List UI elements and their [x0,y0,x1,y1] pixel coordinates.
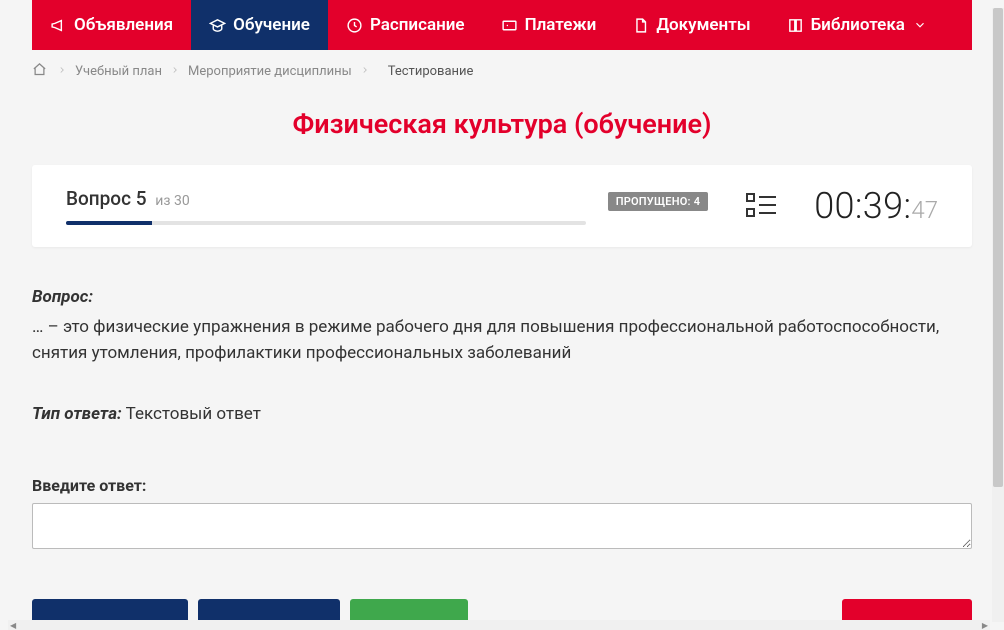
book-icon [787,17,804,34]
nav-label: Документы [656,15,750,35]
chevron-right-icon [360,64,370,79]
chevron-down-icon [912,17,929,34]
question-counter: Вопрос 5 из 30 [66,187,190,210]
card-icon [501,17,518,34]
answer-type: Тип ответа: Текстовый ответ [32,404,972,424]
answer-input-label: Введите ответ: [32,476,972,495]
question-list-icon[interactable] [746,192,776,220]
timer: 00:39:47 [814,185,938,227]
page-title: Физическая культура (обучение) [32,93,972,165]
chevron-right-icon [170,64,180,79]
question-text: … – это физические упражнения в режиме р… [32,315,972,366]
breadcrumb-current: Тестирование [388,64,474,79]
progress-fill [66,221,152,225]
clock-icon [346,17,363,34]
nav-schedule[interactable]: Расписание [328,0,483,50]
nav-documents[interactable]: Документы [614,0,768,50]
skipped-badge: ПРОПУЩЕНО: 4 [608,192,709,211]
nav-label: Расписание [370,15,465,35]
progress-bar [66,221,586,225]
nav-payments[interactable]: Платежи [483,0,615,50]
nav-announcements[interactable]: Объявления [32,0,191,50]
chevron-right-icon [57,64,67,79]
nav-library[interactable]: Библиотека [769,0,947,50]
megaphone-icon [50,17,67,34]
nav-label: Обучение [233,15,310,35]
breadcrumb-link[interactable]: Мероприятие дисциплины [188,64,352,79]
grad-cap-icon [209,17,226,34]
answer-input[interactable] [32,503,972,549]
nav-label: Библиотека [811,15,905,35]
nav-label: Объявления [74,15,173,35]
horizontal-scrollbar[interactable]: ◀▶ [8,620,990,630]
nav-learning[interactable]: Обучение [191,0,328,50]
status-card: Вопрос 5 из 30 ПРОПУЩЕНО: 4 [32,165,972,247]
nav-label: Платежи [525,15,597,35]
vertical-scrollbar[interactable] [992,8,1004,622]
doc-icon [632,17,649,34]
main-navbar: Объявления Обучение Расписание Платежи Докум… [32,0,972,50]
breadcrumb: Учебный план Мероприятие дисциплины Тести… [32,50,972,93]
question-header: Вопрос: [32,287,972,307]
breadcrumb-link[interactable]: Учебный план [75,64,162,79]
home-icon[interactable] [32,62,47,81]
